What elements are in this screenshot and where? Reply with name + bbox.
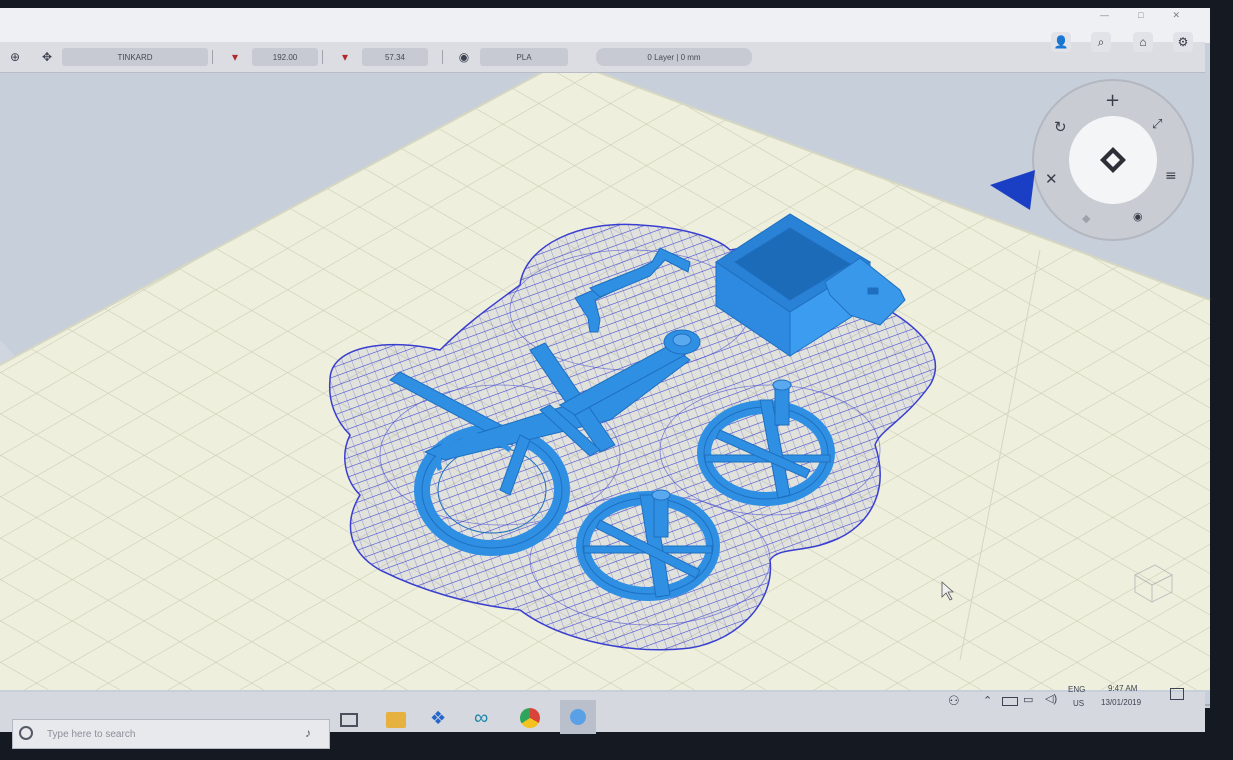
maximize-icon[interactable]: □ xyxy=(1138,10,1143,20)
file-explorer-icon[interactable] xyxy=(386,712,406,728)
lighting-icon: ◆ xyxy=(1082,212,1091,225)
nozzle-temp-icon: ▾ xyxy=(231,50,239,64)
clock-date[interactable]: 13/01/2019 xyxy=(1101,698,1141,707)
layers-icon[interactable]: ≡ xyxy=(1165,168,1177,184)
people-icon[interactable]: ⚇ xyxy=(948,693,960,709)
search-placeholder: Type here to search xyxy=(47,729,136,740)
layer-info: 0 Layer | 0 mm xyxy=(596,48,752,66)
slicer-app-icon[interactable] xyxy=(560,700,596,734)
arduino-icon[interactable]: ∞ xyxy=(474,707,488,730)
rotate-icon[interactable]: ↻ xyxy=(1054,118,1067,136)
settings-icon[interactable]: ⚙ xyxy=(1173,32,1193,52)
clock-time[interactable]: 9:47 AM xyxy=(1108,684,1137,693)
battery-icon[interactable] xyxy=(1002,697,1018,706)
bed-temp-icon: ▾ xyxy=(341,50,349,64)
dropbox-icon[interactable]: ❖ xyxy=(430,708,446,729)
3d-viewport[interactable]: + ↻ ⤢ ✕ ≡ ◉ ◆ xyxy=(0,0,1233,760)
bed-temp-value[interactable]: 57.34 xyxy=(362,48,428,66)
close-icon[interactable]: ✕ xyxy=(1172,10,1180,20)
search-model-icon[interactable]: ⌕ xyxy=(1091,32,1111,52)
divider xyxy=(322,50,323,64)
slicer-app-glyph-icon xyxy=(570,709,586,725)
material-value[interactable]: PLA xyxy=(480,48,568,66)
tray-chevron-icon[interactable]: ⌃ xyxy=(983,694,992,707)
microphone-icon[interactable]: ♪ xyxy=(305,726,311,740)
input-region[interactable]: US xyxy=(1073,699,1084,708)
divider xyxy=(442,50,443,64)
nozzle-temp-value[interactable]: 192.00 xyxy=(252,48,318,66)
divider xyxy=(212,50,213,64)
printer-name[interactable]: TINKARD xyxy=(62,48,208,66)
home-icon[interactable]: ⌂ xyxy=(1133,32,1153,52)
volume-icon[interactable]: ◁) xyxy=(1045,692,1057,705)
task-view-icon[interactable] xyxy=(340,713,358,727)
cortana-icon[interactable] xyxy=(19,726,33,740)
window-controls: — □ ✕ xyxy=(1100,10,1180,20)
minimize-icon[interactable]: — xyxy=(1100,10,1109,20)
taskbar-search-box[interactable]: Type here to search ♪ xyxy=(12,719,330,749)
input-language[interactable]: ENG xyxy=(1068,685,1085,694)
filament-icon: ◉ xyxy=(458,50,470,64)
zoom-in-icon[interactable]: + xyxy=(1105,90,1120,111)
connection-icon[interactable]: ✥ xyxy=(38,48,56,66)
account-icon[interactable]: 👤 xyxy=(1051,32,1071,52)
screen: + ↻ ⤢ ✕ ≡ ◉ ◆ — □ ✕ ⊕ ✥ TINKARD ▾ 192.00… xyxy=(0,0,1233,760)
printer-status-toolbar: ⊕ ✥ TINKARD ▾ 192.00 ▾ 57.34 ◉ PLA 0 Lay… xyxy=(0,42,1205,73)
printer-select-icon[interactable]: ⊕ xyxy=(6,48,24,66)
visibility-icon[interactable]: ◉ xyxy=(1133,210,1143,223)
move-icon[interactable]: ✕ xyxy=(1045,170,1058,188)
expand-view-icon[interactable]: ⤢ xyxy=(1152,117,1162,132)
chrome-icon[interactable] xyxy=(520,708,540,728)
notifications-icon[interactable] xyxy=(1170,688,1184,700)
network-icon[interactable]: ▭ xyxy=(1023,693,1033,706)
